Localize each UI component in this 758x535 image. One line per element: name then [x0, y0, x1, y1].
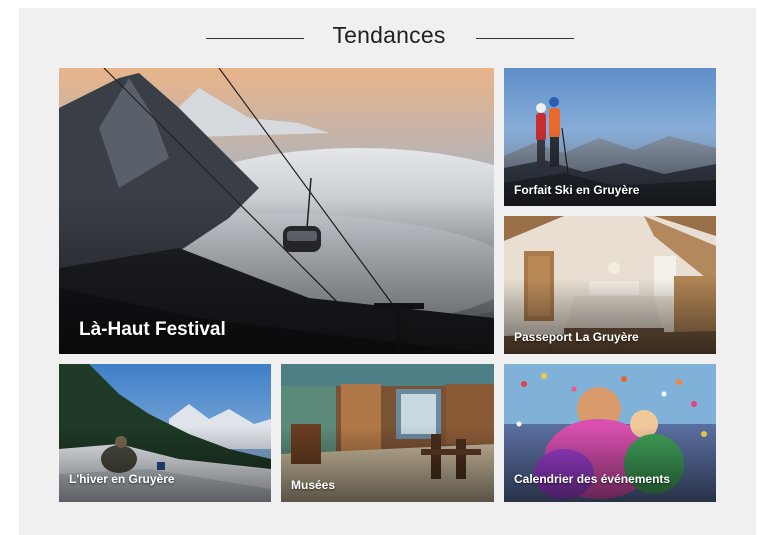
tile-passeport-la-gruyere[interactable]: Passeport La Gruyère: [504, 216, 716, 354]
tile-label: Là-Haut Festival: [79, 319, 226, 340]
section-title: Tendances: [332, 22, 446, 48]
tile-label: L'hiver en Gruyère: [69, 472, 175, 486]
tile-shade: [504, 426, 716, 502]
tile-label: Passeport La Gruyère: [514, 330, 639, 344]
tile-calendrier-evenements[interactable]: Calendrier des événements: [504, 364, 716, 502]
tile-forfait-ski[interactable]: Forfait Ski en Gruyère: [504, 68, 716, 206]
section-header: Tendances: [19, 18, 756, 58]
tile-la-haut-festival[interactable]: Là-Haut Festival: [59, 68, 494, 354]
heading-rule-left: [206, 38, 304, 39]
tile-label: Calendrier des événements: [514, 472, 671, 486]
tile-label: Forfait Ski en Gruyère: [514, 183, 640, 197]
tile-hiver-en-gruyere[interactable]: L'hiver en Gruyère: [59, 364, 271, 502]
trends-section: Tendances Là-Haut Festival Forfait Ski e…: [19, 8, 756, 535]
heading-rule-right: [476, 38, 574, 39]
tile-musees[interactable]: Musées: [281, 364, 494, 502]
tile-label: Musées: [291, 478, 336, 492]
tile-shade: [59, 426, 271, 502]
